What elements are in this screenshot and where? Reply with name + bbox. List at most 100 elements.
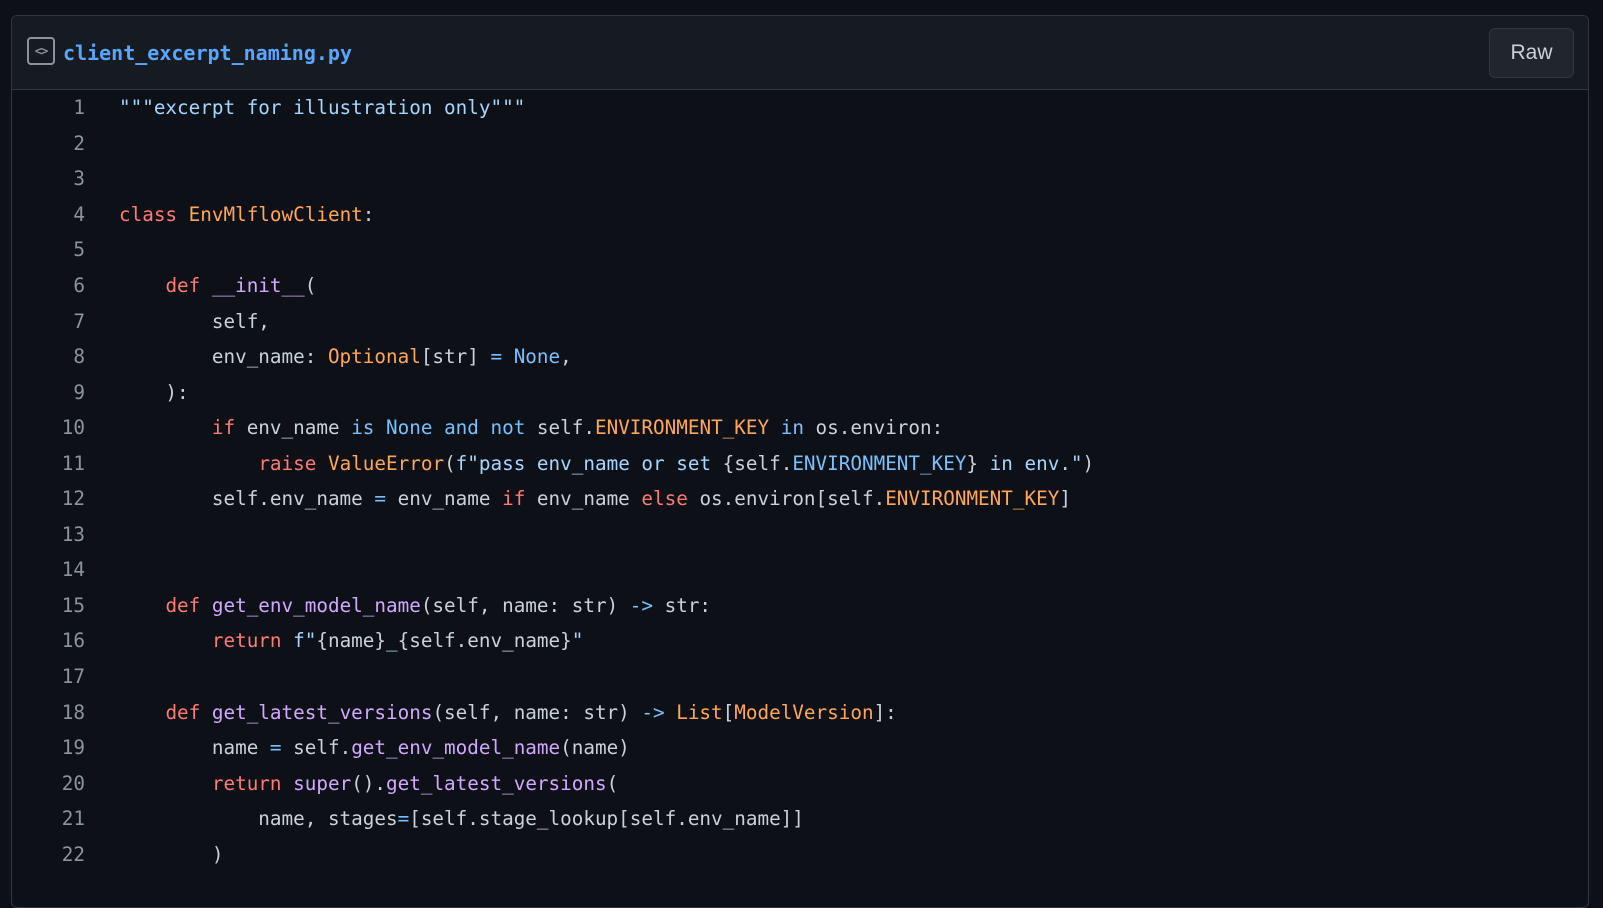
code-token: } <box>966 451 979 475</box>
line-number[interactable]: 5 <box>12 238 85 261</box>
line-code: class EnvMlflowClient: <box>85 203 374 226</box>
line-code: def __init__( <box>85 274 316 297</box>
line-code: raise ValueError(f"pass env_name or set … <box>85 452 1094 475</box>
line-number[interactable]: 21 <box>12 807 85 830</box>
code-token: return <box>211 771 282 795</box>
line-number[interactable]: 3 <box>12 167 85 190</box>
line-number[interactable]: 17 <box>12 665 85 688</box>
code-token: ( <box>304 274 317 297</box>
line-number[interactable]: 13 <box>12 523 85 546</box>
code-token: -> <box>641 700 665 724</box>
line-code: ) <box>85 843 224 866</box>
line-code: return f"{name}_{self.env_name}" <box>85 629 583 652</box>
code-line: 7 self, <box>12 303 1588 339</box>
code-token: None <box>386 416 433 440</box>
file-name-link[interactable]: client_excerpt_naming.py <box>63 40 352 66</box>
line-number[interactable]: 14 <box>12 558 85 581</box>
code-token: {self. <box>722 451 793 475</box>
code-token: __init__ <box>211 274 305 297</box>
line-number[interactable]: 8 <box>12 345 85 368</box>
code-line: 19 name = self.get_env_model_name(name) <box>12 730 1588 766</box>
code-token: Optional <box>327 345 421 369</box>
code-square-icon: <> <box>27 37 55 65</box>
code-token: f"pass env_name or set <box>455 451 723 475</box>
code-token: (name) <box>560 736 630 760</box>
code-token: None <box>513 345 561 369</box>
code-line: 2 <box>12 126 1588 162</box>
code-line: 22 ) <box>12 836 1588 872</box>
file-header: <> client_excerpt_naming.py Raw <box>12 16 1588 90</box>
code-line: 18 def get_latest_versions(self, name: s… <box>12 694 1588 730</box>
code-token: [str] <box>420 345 491 369</box>
code-token: ( <box>444 451 456 475</box>
line-number[interactable]: 16 <box>12 629 85 652</box>
code-token: class <box>119 202 189 226</box>
code-token: ): <box>119 380 189 404</box>
code-line: 3 <box>12 161 1588 197</box>
code-file-box: <> client_excerpt_naming.py Raw 1 """exce… <box>11 15 1589 908</box>
line-number[interactable]: 6 <box>12 274 85 297</box>
code-line: 1 """excerpt for illustration only""" <box>12 90 1588 126</box>
code-token: not <box>490 416 526 440</box>
line-number[interactable]: 1 <box>12 96 85 119</box>
line-number[interactable]: 10 <box>12 416 85 439</box>
code-token: ] <box>1059 487 1071 511</box>
line-number[interactable]: 2 <box>12 132 85 155</box>
code-token: ENVIRONMENT_KEY <box>594 416 770 440</box>
code-token: ModelVersion <box>734 700 874 724</box>
code-token: " <box>571 629 584 653</box>
code-token: super <box>293 771 352 795</box>
code-line: 17 <box>12 659 1588 695</box>
line-number[interactable]: 18 <box>12 701 85 724</box>
code-token: f" <box>293 629 317 653</box>
line-number[interactable]: 19 <box>12 736 85 759</box>
code-token: in <box>780 416 804 440</box>
line-number[interactable]: 20 <box>12 772 85 795</box>
code-token: _ <box>386 629 398 653</box>
code-token: EnvMlflowClient <box>188 202 363 226</box>
line-code: if env_name is None and not self.ENVIRON… <box>85 416 943 439</box>
code-token: env_name <box>235 416 352 440</box>
code-token: else <box>641 487 688 511</box>
code-token: str: <box>653 593 712 617</box>
code-token: [ <box>722 700 735 724</box>
code-view: 1 """excerpt for illustration only""" 2 3 4 c… <box>12 90 1588 872</box>
raw-button[interactable]: Raw <box>1489 28 1574 78</box>
line-number[interactable]: 22 <box>12 843 85 866</box>
code-token: if <box>211 416 236 440</box>
line-number[interactable]: 11 <box>12 452 85 475</box>
code-token: self, <box>119 309 270 333</box>
line-number[interactable]: 15 <box>12 594 85 617</box>
code-token: name, stages <box>119 807 398 831</box>
code-line: 16 return f"{name}_{self.env_name}" <box>12 623 1588 659</box>
code-token: get_latest_versions <box>386 771 607 795</box>
code-token: def <box>165 593 212 617</box>
code-token: get_env_model_name <box>211 593 421 617</box>
code-token: ValueError <box>327 451 445 475</box>
line-code: name = self.get_env_model_name(name) <box>85 736 630 759</box>
code-token: env_name: <box>119 345 328 369</box>
line-number[interactable]: 12 <box>12 487 85 510</box>
line-number[interactable]: 4 <box>12 203 85 226</box>
line-code: env_name: Optional[str] = None, <box>85 345 572 368</box>
code-token: {name} <box>316 629 387 653</box>
code-token: = <box>397 807 410 831</box>
line-code: """excerpt for illustration only""" <box>85 96 525 119</box>
line-code: return super().get_latest_versions( <box>85 772 618 795</box>
line-number[interactable]: 9 <box>12 381 85 404</box>
code-token: self.env_name <box>119 487 375 511</box>
line-number[interactable]: 7 <box>12 310 85 333</box>
code-line: 8 env_name: Optional[str] = None, <box>12 339 1588 375</box>
